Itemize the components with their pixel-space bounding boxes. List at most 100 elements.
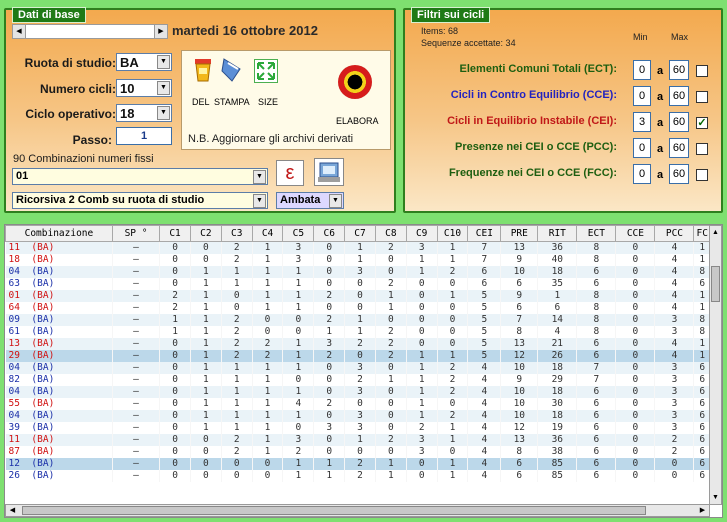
filter-checkbox[interactable] (696, 65, 708, 77)
table-row[interactable]: 01 (BA) –2 1 0 1 1 2 0 1 0 1 5 9 1 8 0 4 1 (5, 289, 711, 302)
table-cell: 0 (252, 457, 284, 470)
filter-max-input[interactable]: 60 (669, 138, 689, 158)
table-cell: 0 (375, 313, 407, 326)
scroll-left-icon[interactable]: ◀ (6, 505, 19, 516)
column-header[interactable]: SP ° (111, 225, 161, 242)
filter-max-input[interactable]: 60 (669, 60, 689, 80)
filter-max-input[interactable]: 60 (669, 112, 689, 132)
size-icon[interactable] (254, 59, 278, 83)
table-cell: 2 (344, 337, 376, 350)
table-cell: 0 (282, 373, 315, 386)
chevron-down-icon[interactable]: ▼ (157, 81, 170, 95)
filter-min-input[interactable]: 0 (633, 60, 651, 80)
combination-number: 11 (8, 434, 20, 445)
combinazione-select[interactable]: 01 ▼ (12, 168, 268, 185)
table-row[interactable]: 63 (BA) –0 1 1 1 1 0 0 2 0 0 6 6 35 6 0 4 6 (5, 277, 711, 290)
table-cell: 4 (654, 253, 695, 266)
table-cell: 1 (190, 289, 222, 302)
scroll-down-icon[interactable]: ▼ (710, 491, 721, 504)
table-row[interactable]: 64 (BA) –2 1 0 1 1 0 0 1 0 0 5 6 6 8 0 4 1 (5, 301, 711, 314)
table-cell: 0 (615, 337, 656, 350)
column-header[interactable]: C10 (436, 225, 469, 242)
column-header[interactable]: CCE (615, 225, 656, 242)
column-header[interactable]: RIT (537, 225, 578, 242)
elabora-label[interactable]: ELABORA (336, 116, 379, 126)
filter-checkbox[interactable] (696, 143, 708, 155)
ricorsiva-select[interactable]: Ricorsiva 2 Comb su ruota di studio ▼ (12, 192, 268, 209)
column-header[interactable]: PRE (500, 225, 539, 242)
table-row[interactable]: 29 (BA) –0 1 2 2 1 2 0 2 1 1 5 12 26 6 0 4 1 (5, 349, 711, 362)
size-label[interactable]: SIZE (258, 97, 278, 107)
epsilon-button[interactable]: ε (276, 160, 304, 186)
scroll-left-icon[interactable]: ◀ (13, 25, 26, 38)
table-row[interactable]: 61 (BA) –1 1 2 0 0 1 1 2 0 0 5 8 4 8 0 3 8 (5, 325, 711, 338)
column-header[interactable]: C8 (374, 225, 407, 242)
chevron-down-icon[interactable]: ▼ (157, 55, 170, 69)
column-header[interactable]: C9 (405, 225, 438, 242)
table-cell: 2 (344, 373, 376, 386)
column-header[interactable]: C3 (220, 225, 253, 242)
horizontal-scrollbar[interactable]: ◀ ▶ (5, 504, 710, 517)
chevron-down-icon[interactable]: ▼ (253, 170, 266, 184)
table-row[interactable]: 04 (BA) –0 1 1 1 1 0 3 0 1 2 6 10 18 6 0 4 8 (5, 265, 711, 278)
scroll-right-icon[interactable]: ▶ (154, 25, 167, 38)
table-cell: 0 (221, 301, 253, 314)
filter-checkbox[interactable] (696, 169, 708, 181)
table-row[interactable]: 09 (BA) –1 1 2 0 0 2 1 0 0 0 5 7 14 8 0 3 8 (5, 313, 711, 326)
scroll-thumb[interactable] (711, 266, 720, 302)
column-header[interactable]: ECT (576, 225, 617, 242)
column-header[interactable]: CEI (467, 225, 502, 242)
passo-input[interactable]: 1 (116, 127, 172, 145)
del-icon[interactable] (192, 57, 214, 83)
ciclo-select[interactable]: 18 ▼ (116, 104, 172, 122)
table-row[interactable]: 82 (BA) –0 1 1 1 0 0 2 1 1 2 4 9 29 7 0 3 6 (5, 373, 711, 386)
combinazione-cell: 12 (BA) (5, 457, 113, 470)
table-row[interactable]: 87 (BA) –0 0 2 1 2 0 0 0 3 0 4 8 38 6 0 2 6 (5, 445, 711, 458)
filter-checkbox[interactable] (696, 91, 708, 103)
table-row[interactable]: 13 (BA) –0 1 2 2 1 3 2 2 0 0 5 13 21 6 0 4 1 (5, 337, 711, 350)
table-row[interactable]: 04 (BA) –0 1 1 1 1 0 3 0 1 2 4 10 18 7 0 3 6 (5, 361, 711, 374)
chevron-down-icon[interactable]: ▼ (157, 106, 170, 120)
column-header[interactable]: C1 (159, 225, 191, 242)
table-row[interactable]: 04 (BA) –0 1 1 1 1 0 3 0 1 2 4 10 18 6 0 3 6 (5, 409, 711, 422)
column-header[interactable]: C5 (282, 225, 315, 242)
table-row[interactable]: 11 (BA) –0 0 2 1 3 0 1 2 3 1 4 13 36 6 0 2 6 (5, 433, 711, 446)
column-header[interactable]: C7 (344, 225, 376, 242)
date-scrollbar[interactable]: ◀ ▶ (12, 24, 168, 39)
scroll-up-icon[interactable]: ▲ (710, 226, 721, 239)
table-row[interactable]: 04 (BA) –0 1 1 1 1 0 3 0 1 2 4 10 18 6 0 3 6 (5, 385, 711, 398)
filter-min-input[interactable]: 0 (633, 164, 651, 184)
export-button[interactable] (314, 158, 344, 186)
filter-min-input[interactable]: 0 (633, 86, 651, 106)
table-row[interactable]: 11 (BA) –0 0 2 1 3 0 1 2 3 1 7 13 36 8 0 4 1 (5, 241, 711, 254)
chevron-down-icon[interactable]: ▼ (253, 194, 266, 208)
elabora-button-icon[interactable] (338, 65, 372, 99)
numcicli-select[interactable]: 10 ▼ (116, 79, 172, 97)
table-row[interactable]: 39 (BA) –0 1 1 1 0 3 3 0 2 1 4 12 19 6 0 3 6 (5, 421, 711, 434)
del-label[interactable]: DEL (192, 97, 210, 107)
table-row[interactable]: 26 (BA) –0 0 0 0 1 1 2 1 0 1 4 6 85 6 0 0 6 (5, 469, 711, 482)
table-row[interactable]: 18 (BA) –0 0 2 1 3 0 1 0 1 1 7 9 40 8 0 4 1 (5, 253, 711, 266)
hscroll-thumb[interactable] (22, 506, 646, 515)
combinazione-cell: 82 (BA) (5, 373, 113, 386)
column-header[interactable]: PCC (654, 225, 695, 242)
table-cell: 2 (221, 253, 253, 266)
stampa-icon[interactable] (220, 57, 244, 83)
filter-min-input[interactable]: 0 (633, 138, 651, 158)
filter-min-input[interactable]: 3 (633, 112, 651, 132)
column-header[interactable]: C4 (251, 225, 284, 242)
column-header[interactable]: Combinazione (5, 225, 113, 242)
stampa-label[interactable]: STAMPA (214, 97, 250, 107)
vertical-scrollbar[interactable]: ▲ ▼ (709, 225, 722, 505)
table-row[interactable]: 12 (BA) –0 0 0 0 1 1 2 1 0 1 4 6 85 6 0 0 6 (5, 457, 711, 470)
ambata-select[interactable]: Ambata ▼ (276, 192, 344, 209)
chevron-down-icon[interactable]: ▼ (329, 194, 342, 208)
column-header[interactable]: C2 (189, 225, 222, 242)
ruota-select[interactable]: BA ▼ (116, 53, 172, 71)
table-row[interactable]: 55 (BA) –0 1 1 1 4 2 0 0 1 0 4 10 30 6 0 3 6 (5, 397, 711, 410)
filter-max-input[interactable]: 60 (669, 86, 689, 106)
column-header[interactable]: C6 (313, 225, 346, 242)
filter-checkbox[interactable]: ✓ (696, 117, 708, 129)
scroll-right-icon[interactable]: ▶ (696, 505, 709, 516)
filter-max-input[interactable]: 60 (669, 164, 689, 184)
